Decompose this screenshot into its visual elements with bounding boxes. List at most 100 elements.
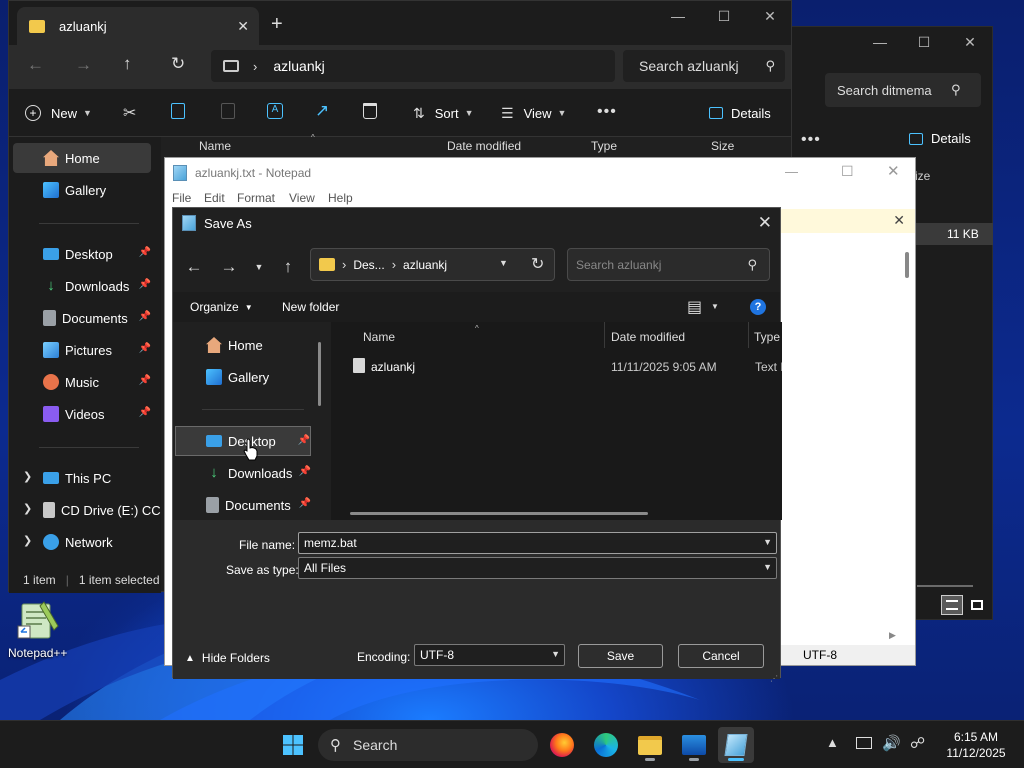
path-segment-desktop[interactable]: Des... (353, 258, 384, 272)
pin-icon[interactable]: 📌 (139, 407, 151, 418)
address-bar[interactable]: › azluankj (211, 50, 615, 82)
sidebar-item-documents[interactable]: Documents 📌 (206, 490, 311, 520)
chevron-right-icon[interactable]: ❯ (23, 502, 32, 515)
close-button[interactable]: ✕ (947, 27, 993, 57)
refresh-icon[interactable]: ↻ (171, 54, 185, 74)
taskbar-search[interactable]: ⚲ Search (318, 729, 538, 761)
minimize-button[interactable]: — (655, 1, 701, 31)
volume-icon[interactable]: 🔊 (882, 734, 901, 752)
file-row[interactable]: azluankj 11/11/2025 9:05 AM Text D (349, 356, 782, 378)
close-button[interactable]: ✕ (747, 1, 793, 31)
chevron-right-icon[interactable]: ❯ (23, 534, 32, 547)
minimize-button[interactable]: — (857, 27, 903, 57)
new-button[interactable]: + New ▼ (25, 89, 92, 137)
taskbar-file-explorer[interactable] (632, 727, 668, 763)
cut-icon[interactable]: ✂ (123, 103, 136, 123)
up-arrow-icon[interactable]: ↑ (276, 252, 300, 282)
help-icon[interactable]: ? (750, 299, 766, 315)
pin-icon[interactable]: 📌 (298, 435, 310, 446)
sidebar-item-network[interactable]: ❯ Network (13, 527, 151, 557)
column-name-header[interactable]: Name (363, 330, 395, 344)
sidebar-item-home[interactable]: Home (206, 330, 342, 360)
start-button[interactable] (275, 727, 311, 763)
column-type-header[interactable]: Type (754, 330, 780, 344)
battery-icon[interactable]: ☍ (910, 734, 925, 752)
view-button[interactable]: ☰ View ▼ (501, 89, 566, 137)
taskbar-edge[interactable] (588, 727, 624, 763)
column-separator[interactable] (748, 322, 749, 348)
sidebar-item-videos[interactable]: Videos 📌 (13, 399, 151, 429)
new-tab-icon[interactable]: + (271, 13, 283, 36)
chevron-down-icon[interactable]: ▼ (763, 537, 772, 547)
delete-icon[interactable] (363, 103, 377, 119)
large-icons-view-icon[interactable] (967, 595, 987, 615)
menu-edit[interactable]: Edit (204, 191, 225, 205)
forward-arrow-icon[interactable]: → (217, 252, 241, 282)
taskbar-app[interactable] (676, 727, 712, 763)
refresh-icon[interactable]: ↻ (531, 254, 544, 274)
resize-grip-icon[interactable]: ⋰ (770, 674, 778, 683)
search-box[interactable]: Search ditmema ⚲ (825, 73, 981, 107)
clock[interactable]: 6:15 AM 11/12/2025 (932, 729, 1020, 761)
minimize-button[interactable]: — (785, 164, 798, 179)
column-separator[interactable] (604, 322, 605, 348)
maximize-button[interactable]: ☐ (701, 1, 747, 31)
save-as-dialog[interactable]: Save As ✕ ← → ▼ ↑ › Des... › azluankj ▼ … (172, 207, 782, 683)
forward-arrow-icon[interactable]: → (75, 55, 92, 75)
horizontal-scrollbar[interactable] (350, 512, 648, 515)
scroll-right-icon[interactable]: ▶ (889, 630, 896, 641)
share-icon[interactable]: ↗ (315, 101, 329, 121)
hide-folders-button[interactable]: ▲ Hide Folders (185, 651, 270, 665)
scrollbar-thumb[interactable] (318, 342, 321, 406)
encoding-select[interactable]: UTF-8 ▼ (414, 644, 565, 666)
close-tab-icon[interactable]: ✕ (237, 18, 249, 35)
details-button[interactable]: Details (909, 131, 971, 146)
recent-locations-icon[interactable]: ▼ (247, 252, 271, 282)
desktop-icon-notepadpp[interactable]: Notepad++ (4, 596, 76, 666)
column-date-header[interactable]: Date modified (447, 139, 521, 159)
sidebar-item-downloads[interactable]: ↓ Downloads 📌 (13, 271, 151, 301)
details-view-icon[interactable] (941, 595, 963, 615)
chevron-down-icon[interactable]: ▼ (763, 562, 772, 572)
file-name-field[interactable]: memz.bat ▼ (298, 532, 777, 554)
show-hidden-icons-icon[interactable]: ▲ (826, 735, 839, 750)
sidebar-item-downloads[interactable]: ↓ Downloads 📌 (206, 458, 311, 488)
up-arrow-icon[interactable]: ↑ (123, 54, 132, 74)
save-as-type-select[interactable]: All Files ▼ (298, 557, 777, 579)
save-button[interactable]: Save (578, 644, 663, 668)
back-arrow-icon[interactable]: ← (27, 55, 44, 75)
address-segment[interactable]: azluankj (273, 58, 324, 74)
pin-icon[interactable]: 📌 (299, 498, 311, 509)
pin-icon[interactable]: 📌 (139, 343, 151, 354)
scrollbar-thumb[interactable] (905, 252, 909, 278)
close-button[interactable]: ✕ (887, 162, 900, 180)
sort-button[interactable]: ⇅ Sort ▼ (413, 89, 474, 137)
maximize-button[interactable]: ☐ (901, 27, 947, 57)
taskbar-firefox[interactable] (544, 727, 580, 763)
search-box[interactable]: Search azluankj ⚲ (623, 50, 785, 82)
paste-icon[interactable] (221, 103, 235, 119)
tab-azluankj[interactable]: azluankj ✕ (17, 7, 259, 45)
column-name-header[interactable]: Name (199, 139, 231, 159)
sidebar-item-pictures[interactable]: Pictures 📌 (13, 335, 151, 365)
pin-icon[interactable]: 📌 (139, 279, 151, 290)
sidebar-item-home[interactable]: Home (13, 143, 151, 173)
path-segment-folder[interactable]: azluankj (403, 258, 447, 272)
menu-view[interactable]: View (289, 191, 315, 205)
menu-format[interactable]: Format (237, 191, 275, 205)
close-button[interactable]: ✕ (758, 213, 772, 233)
horizontal-scrollbar[interactable] (917, 585, 973, 587)
sidebar-item-desktop[interactable]: Desktop 📌 (13, 239, 151, 269)
column-type-header[interactable]: Type (591, 139, 617, 159)
sidebar-item-cd-drive[interactable]: ❯ CD Drive (E:) CC (13, 495, 163, 525)
path-bar[interactable]: › Des... › azluankj ▼ ↻ (310, 248, 555, 281)
pin-icon[interactable]: 📌 (139, 247, 151, 258)
sidebar-item-music[interactable]: Music 📌 (13, 367, 151, 397)
column-date-header[interactable]: Date modified (611, 330, 685, 344)
menu-file[interactable]: File (172, 191, 191, 205)
pin-icon[interactable]: 📌 (299, 466, 311, 477)
sidebar-item-this-pc[interactable]: ❯ This PC (13, 463, 151, 493)
organize-button[interactable]: Organize ▼ (190, 300, 253, 314)
maximize-button[interactable]: ☐ (841, 163, 854, 180)
view-options-icon[interactable]: ▤ (687, 297, 702, 317)
